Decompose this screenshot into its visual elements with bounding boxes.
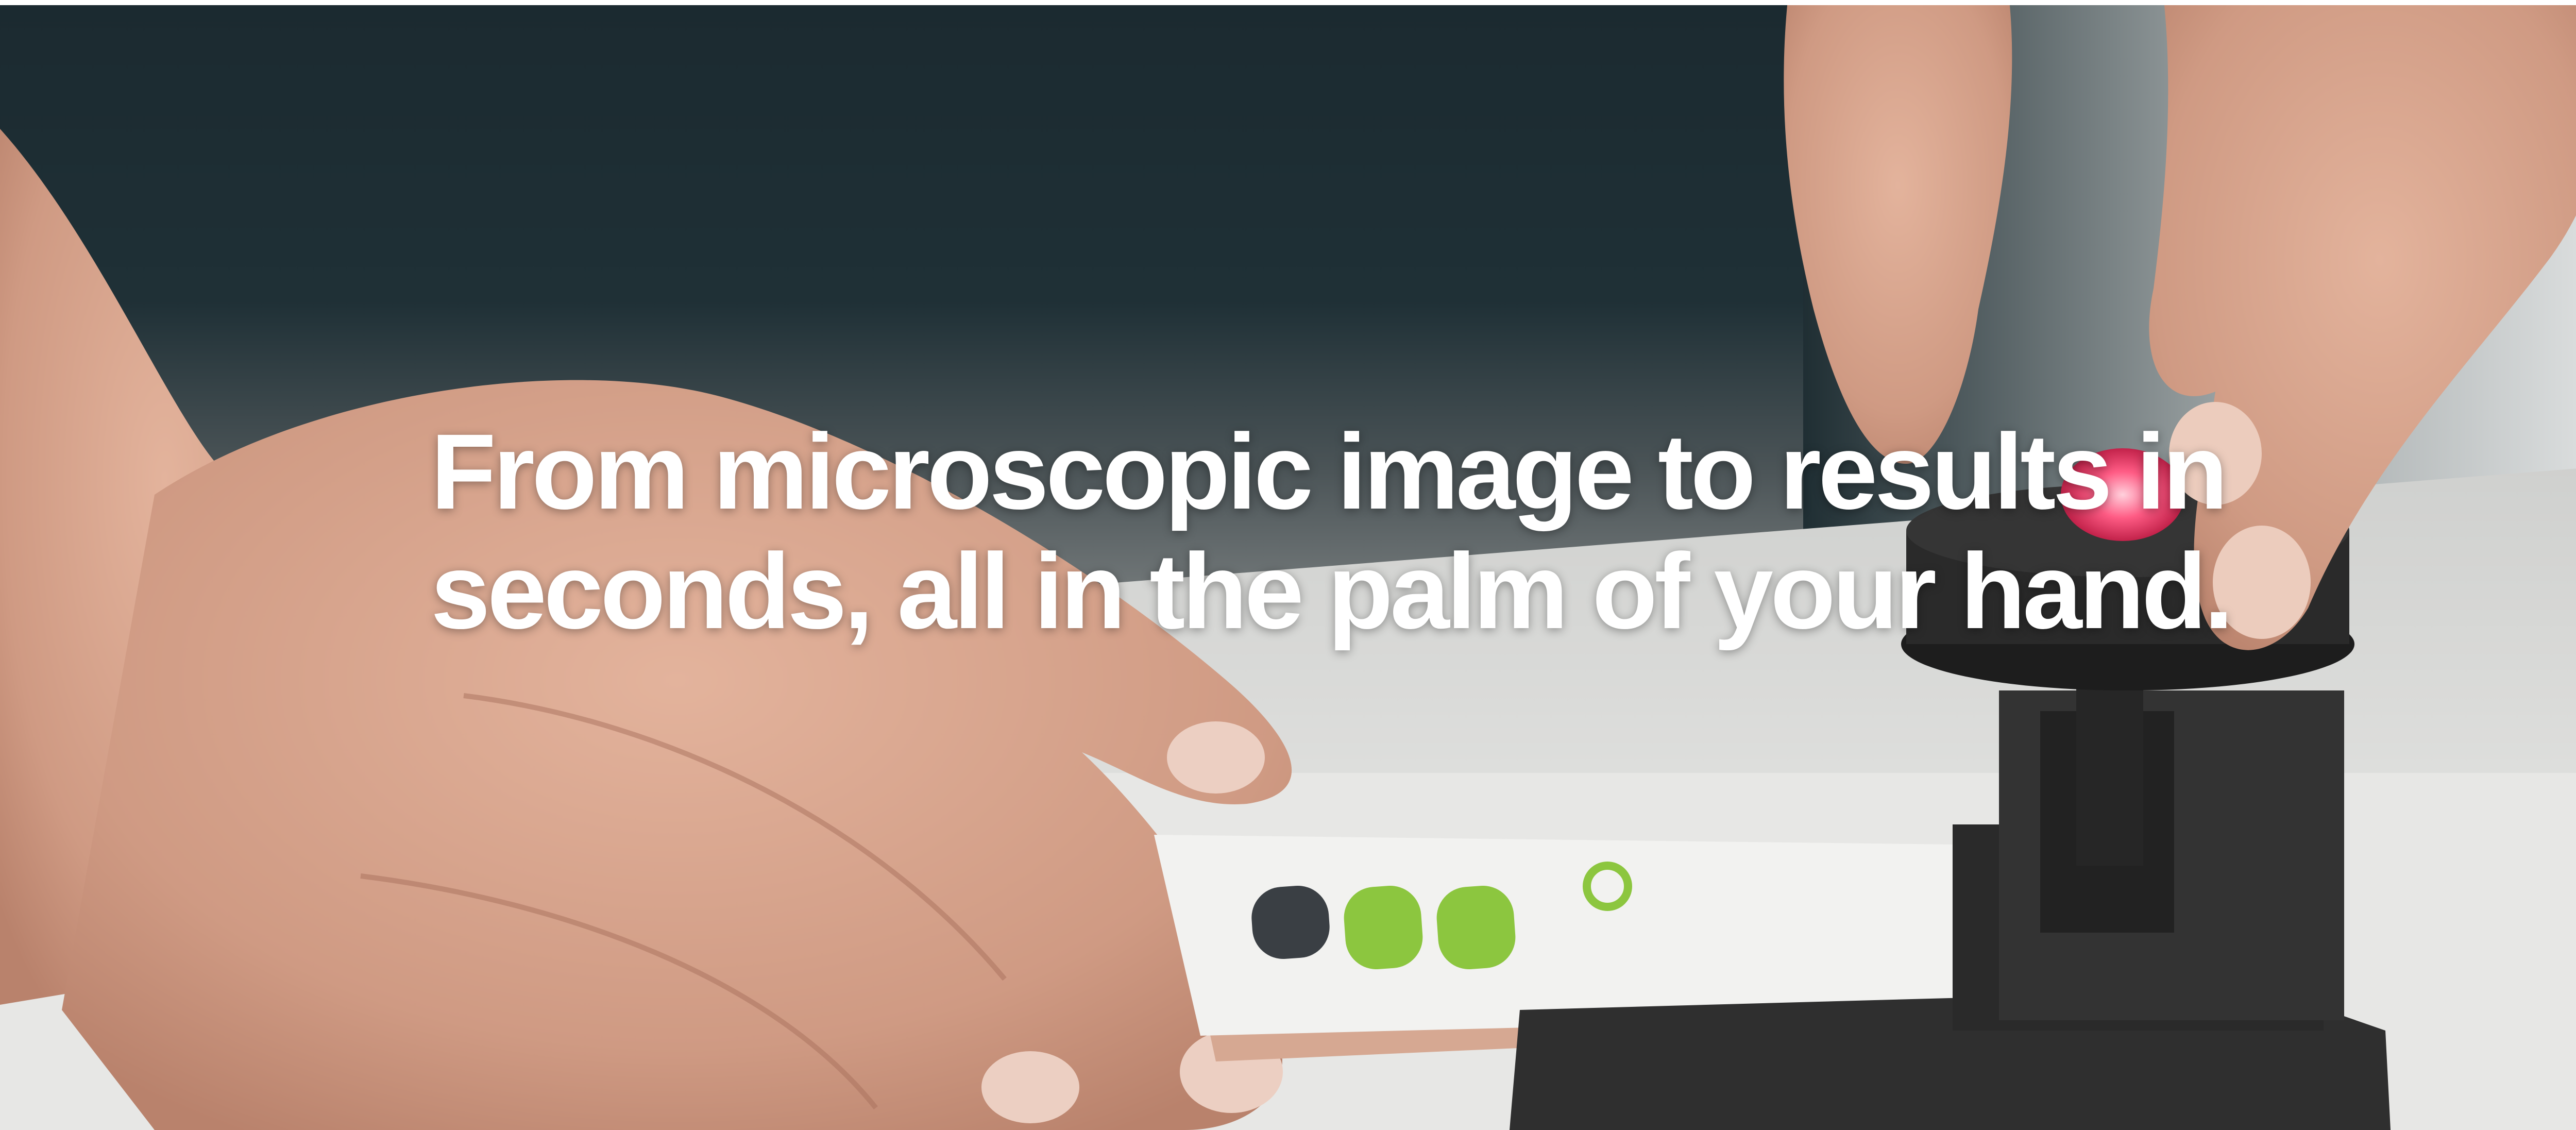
hero-section: From microscopic image to results in sec… [0, 0, 2576, 1130]
hero-headline-line-1: From microscopic image to results in [431, 412, 2228, 532]
top-border [0, 0, 2576, 5]
hero-headline-line-2: seconds, all in the palm of your hand. [431, 532, 2233, 651]
hero-headline: From microscopic image to results in sec… [431, 412, 2285, 651]
